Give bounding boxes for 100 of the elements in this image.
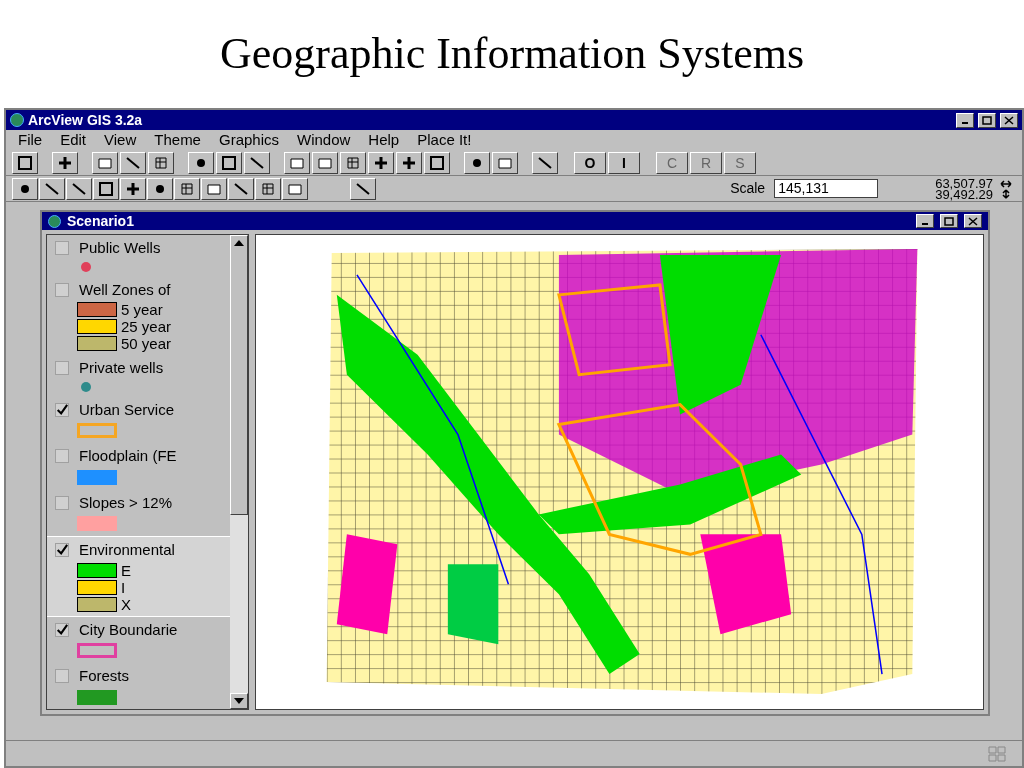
class-label: 50 year (121, 336, 172, 351)
menu-item[interactable]: Graphics (218, 128, 279, 152)
layer-checkbox[interactable] (55, 622, 69, 637)
scrollbar[interactable] (230, 235, 248, 709)
window-title: ArcView GIS 3.2a (28, 110, 143, 130)
x-coordinate: 63,507.97 (935, 177, 993, 189)
scale-label: Scale (730, 179, 766, 198)
class-label: X (121, 596, 131, 612)
menu-item[interactable]: Help (368, 128, 400, 152)
layer-name: Slopes > 12% (79, 492, 172, 513)
layer-checkbox[interactable] (55, 543, 69, 558)
square-icon (16, 153, 34, 172)
layer-checkbox[interactable] (55, 669, 69, 684)
layer-name: Environmental (79, 540, 175, 560)
legend-entry[interactable]: Well Zones of 5 year 25 year 50 year (47, 276, 230, 355)
legend-entry[interactable]: Public Wells (47, 235, 230, 277)
toolbar-button[interactable] (244, 151, 270, 174)
maximize-icon (982, 115, 992, 125)
toolbar-button[interactable] (284, 151, 310, 174)
tool-button[interactable] (174, 177, 200, 200)
coordinate-arrows-icon (1000, 178, 1012, 199)
maximize-icon (944, 216, 954, 226)
square-icon (220, 153, 238, 172)
tool-button[interactable] (255, 177, 281, 200)
menu-item[interactable]: Window (297, 128, 351, 152)
menu-item[interactable]: Place It! (417, 128, 472, 152)
legend-entry[interactable]: Floodplain (FE (47, 443, 230, 490)
menu-item[interactable]: Edit (60, 128, 87, 152)
globe-icon (10, 113, 24, 127)
toolbar-button[interactable] (396, 151, 422, 174)
legend-entry[interactable]: City Boundarie (47, 616, 230, 663)
toolbar-button[interactable] (424, 151, 450, 174)
close-icon (968, 216, 978, 226)
toolbar-button[interactable]: O (574, 151, 606, 174)
maximize-button[interactable] (978, 112, 996, 128)
legend-entry[interactable]: Private wells (47, 355, 230, 397)
close-button[interactable] (1000, 112, 1018, 128)
y-coordinate: 39,492.29 (935, 188, 993, 200)
grid-icon (988, 745, 1006, 762)
minimize-button[interactable] (956, 112, 974, 128)
tool-button[interactable] (147, 177, 173, 200)
layer-name: Public Wells (79, 238, 161, 258)
scale-field[interactable]: 145,131 (774, 179, 879, 198)
toolbar-button[interactable] (464, 151, 490, 174)
menu-item[interactable]: View (104, 128, 137, 152)
toolbar-button[interactable]: I (608, 151, 640, 174)
layer-name: Private wells (79, 358, 164, 378)
minimize-button[interactable] (916, 214, 934, 228)
layer-name: Well Zones of (79, 279, 171, 300)
layer-checkbox[interactable] (55, 241, 69, 256)
layer-checkbox[interactable] (55, 361, 69, 376)
toolbar-button[interactable] (120, 151, 146, 174)
layer-name: Urban Service (79, 399, 175, 420)
menu-item[interactable]: Theme (154, 128, 201, 152)
class-label: 5 year (121, 302, 163, 317)
class-label: E (121, 562, 131, 578)
toolbar-button[interactable] (216, 151, 242, 174)
minimize-icon (920, 223, 930, 225)
tool-button[interactable] (12, 177, 38, 200)
toolbar-button[interactable] (148, 151, 174, 174)
tool-button[interactable] (350, 177, 376, 200)
layer-checkbox[interactable] (55, 402, 69, 417)
tool-button[interactable] (228, 177, 254, 200)
toolbar-button[interactable] (52, 151, 78, 174)
class-label: I (121, 579, 126, 595)
slide-title: Geographic Information Systems (219, 28, 805, 80)
toolbar-button[interactable] (92, 151, 118, 174)
toolbar-button[interactable] (312, 151, 338, 174)
view-title: Scenario1 (67, 211, 134, 231)
scroll-down-icon (230, 693, 248, 709)
layer-checkbox[interactable] (55, 495, 69, 510)
close-icon (1004, 115, 1014, 125)
layer-checkbox[interactable] (55, 282, 69, 297)
toolbar-button[interactable] (532, 151, 558, 174)
toolbar-button[interactable] (492, 151, 518, 174)
layer-checkbox[interactable] (55, 449, 69, 464)
close-button[interactable] (964, 214, 982, 228)
menu-item[interactable]: File (18, 128, 43, 152)
class-label: 25 year (121, 319, 172, 334)
toolbar-button[interactable] (188, 151, 214, 174)
tool-button[interactable] (120, 177, 146, 200)
square-icon (97, 179, 115, 198)
legend-entry[interactable]: Slopes > 12% (47, 489, 230, 536)
tool-button[interactable] (39, 177, 65, 200)
globe-icon (48, 214, 61, 228)
toolbar-button[interactable] (12, 151, 38, 174)
maximize-button[interactable] (940, 214, 958, 228)
layer-name: Floodplain (FE (79, 446, 177, 466)
tool-button[interactable] (282, 177, 308, 200)
legend-entry[interactable]: Urban Service (47, 396, 230, 443)
minimize-icon (960, 122, 970, 124)
layer-name: City Boundarie (79, 619, 178, 640)
legend-entry[interactable]: Environmental E I X (47, 536, 230, 617)
tool-button[interactable] (93, 177, 119, 200)
toolbar-button[interactable] (368, 151, 394, 174)
toolbar-button[interactable] (340, 151, 366, 174)
legend-entry[interactable]: Forests (47, 663, 230, 709)
tool-button[interactable] (66, 177, 92, 200)
layer-name: Forests (79, 666, 129, 686)
tool-button[interactable] (201, 177, 227, 200)
